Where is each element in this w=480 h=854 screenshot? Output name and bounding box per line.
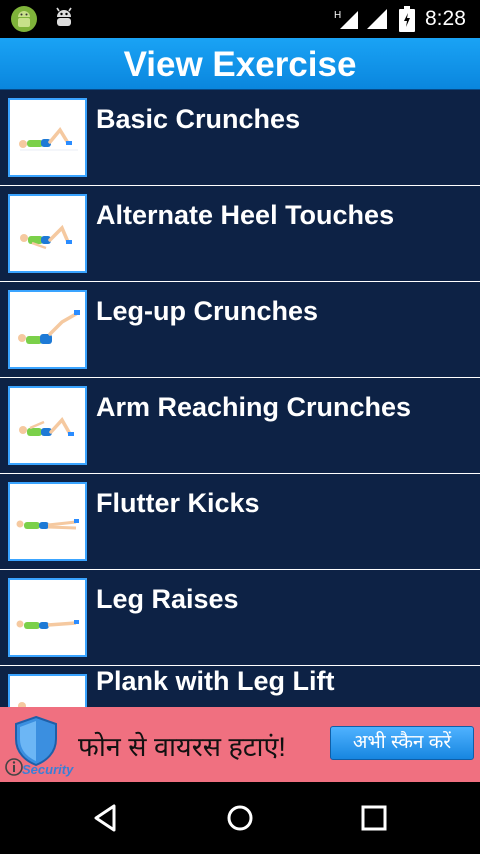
list-item[interactable]: Plank with Leg Lift [0,666,480,707]
scan-now-button[interactable]: अभी स्कैन करें [330,726,474,760]
exercise-label: Arm Reaching Crunches [96,392,412,422]
info-icon[interactable] [4,757,24,777]
svg-text:H: H [334,10,341,21]
status-bar: H 8:28 [0,0,480,38]
exercise-list[interactable]: Basic Crunches Alternate Heel Touches Le… [0,90,480,707]
exercise-label: Flutter Kicks [96,488,260,518]
battery-icon [399,6,415,32]
exercise-thumbnail [8,194,87,273]
list-item[interactable]: Leg-up Crunches [0,282,480,378]
exercise-thumbnail [8,98,87,177]
list-item[interactable]: Leg Raises [0,570,480,666]
android-icon [11,6,37,32]
list-item[interactable]: Alternate Heel Touches [0,186,480,282]
signal-icon: H [334,10,358,29]
navigation-bar [0,782,480,854]
ad-banner[interactable]: फोन से वायरस हटाएं! अभी स्कैन करें Secur… [0,707,480,782]
exercise-label: Leg-up Crunches [96,296,319,326]
ad-brand: Security [22,762,74,777]
home-icon[interactable] [222,800,258,836]
ad-message: फोन से वायरस हटाएं! [78,732,286,762]
signal-icon [367,9,387,29]
exercise-thumbnail [8,386,87,465]
exercise-label: Plank with Leg Lift [96,666,335,696]
clock: 8:28 [425,7,466,30]
list-item[interactable]: Arm Reaching Crunches [0,378,480,474]
bug-icon [56,7,72,26]
back-icon[interactable] [88,800,124,836]
page-title: View Exercise [123,45,357,84]
recents-icon[interactable] [356,800,392,836]
exercise-thumbnail [8,578,87,657]
app-header: View Exercise [0,38,480,90]
exercise-label: Alternate Heel Touches [96,200,395,230]
exercise-thumbnail [8,290,87,369]
list-item[interactable]: Flutter Kicks [0,474,480,570]
exercise-thumbnail [8,674,87,707]
exercise-thumbnail [8,482,87,561]
list-item[interactable]: Basic Crunches [0,90,480,186]
exercise-label: Basic Crunches [96,104,301,134]
exercise-label: Leg Raises [96,584,239,614]
